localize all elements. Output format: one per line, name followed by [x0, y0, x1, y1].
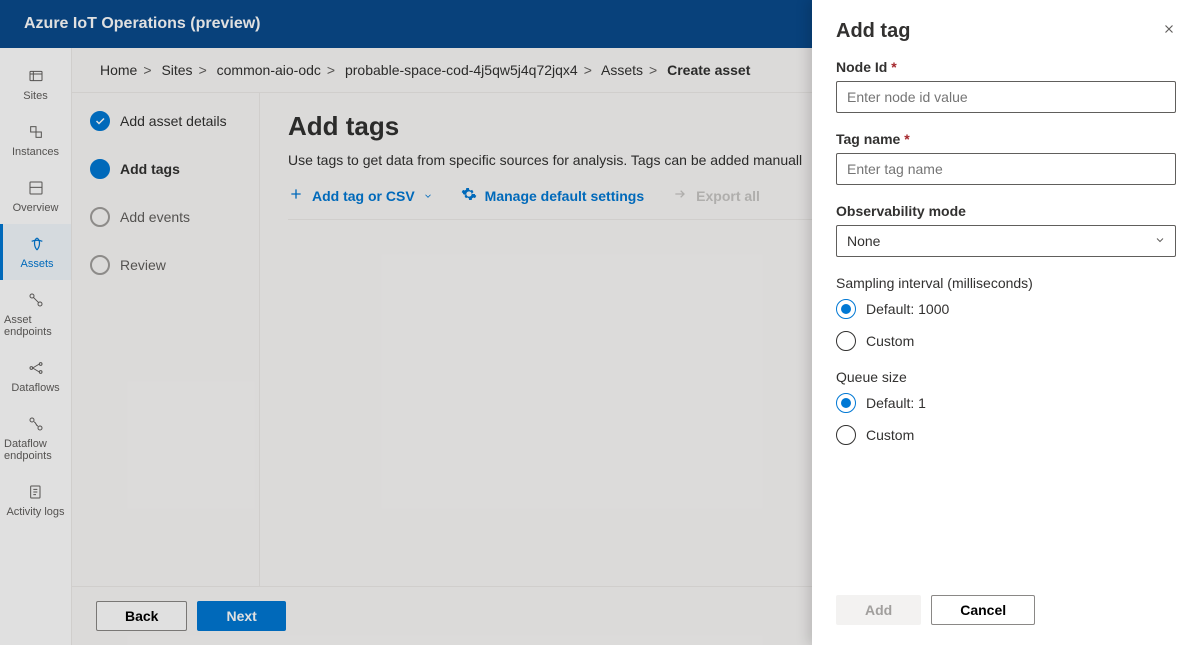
panel-add-button[interactable]: Add: [836, 595, 921, 625]
tag-name-label: Tag name *: [836, 131, 1176, 147]
queue-radio-default[interactable]: Default: 1: [836, 393, 1176, 413]
tag-name-input[interactable]: [836, 153, 1176, 185]
field-observability: Observability mode None: [836, 203, 1176, 257]
panel-title: Add tag: [836, 20, 910, 43]
add-tag-panel: Add tag Node Id * Tag name * Observabili…: [812, 0, 1200, 645]
panel-footer: Add Cancel: [836, 581, 1176, 625]
radio-unchecked-icon: [836, 425, 856, 445]
observability-label: Observability mode: [836, 203, 1176, 219]
sampling-radio-custom[interactable]: Custom: [836, 331, 1176, 351]
observability-select[interactable]: None: [836, 225, 1176, 257]
field-sampling: Sampling interval (milliseconds) Default…: [836, 275, 1176, 351]
radio-label: Custom: [866, 333, 914, 349]
radio-unchecked-icon: [836, 331, 856, 351]
radio-label: Default: 1000: [866, 301, 949, 317]
panel-cancel-button[interactable]: Cancel: [931, 595, 1035, 625]
queue-radio-custom[interactable]: Custom: [836, 425, 1176, 445]
radio-label: Custom: [866, 427, 914, 443]
node-id-input[interactable]: [836, 81, 1176, 113]
sampling-label: Sampling interval (milliseconds): [836, 275, 1176, 291]
queue-label: Queue size: [836, 369, 1176, 385]
field-queue: Queue size Default: 1 Custom: [836, 369, 1176, 445]
field-tag-name: Tag name *: [836, 131, 1176, 185]
radio-checked-icon: [836, 393, 856, 413]
node-id-label: Node Id *: [836, 59, 1176, 75]
panel-header: Add tag: [836, 20, 1176, 43]
radio-checked-icon: [836, 299, 856, 319]
field-node-id: Node Id *: [836, 59, 1176, 113]
sampling-radio-default[interactable]: Default: 1000: [836, 299, 1176, 319]
radio-label: Default: 1: [866, 395, 926, 411]
close-icon[interactable]: [1162, 22, 1176, 41]
